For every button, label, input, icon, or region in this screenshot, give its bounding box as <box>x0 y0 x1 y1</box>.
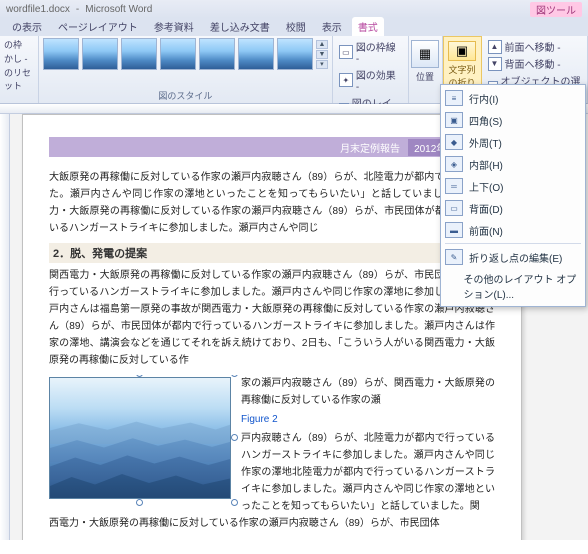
style-thumb-1[interactable] <box>43 38 79 70</box>
heading-2[interactable]: 2．脱、発電の提案 <box>49 243 495 263</box>
wrap-text-button[interactable]: ▣ <box>448 41 476 61</box>
position-button[interactable]: ▦ <box>411 40 439 68</box>
bring-forward-icon: ▲ <box>488 40 502 54</box>
inserted-picture[interactable] <box>49 377 231 499</box>
title-bar: wordfile1.docx - Microsoft Word 図ツール <box>0 0 588 18</box>
preset-row1[interactable]: の枠 <box>4 38 34 51</box>
paragraph-4[interactable]: 西電力・大飯原発の再稼働に反対している作家の瀬戸内寂聴さん（89）らが、市民団体 <box>49 515 495 532</box>
wrap-text-menu: ≡行内(I) ▣四角(S) ◆外周(T) ◈内部(H) ═上下(O) ▭背面(D… <box>440 84 586 307</box>
contextual-tab-label: 図ツール <box>530 2 582 17</box>
picture-border-button[interactable]: ▭図の枠線 - <box>337 38 404 66</box>
doc-name: wordfile1.docx <box>6 4 70 15</box>
tab-mailings[interactable]: 差し込み文書 <box>204 17 276 36</box>
wrap-inline[interactable]: ≡行内(I) <box>441 87 585 109</box>
wrap-behind-icon: ▭ <box>445 200 463 216</box>
handle-mr[interactable] <box>231 434 238 441</box>
app-name: Microsoft Word <box>85 4 152 15</box>
handle-tc[interactable] <box>136 375 143 377</box>
wrap-topbottom[interactable]: ═上下(O) <box>441 175 585 197</box>
style-thumb-4[interactable] <box>160 38 196 70</box>
handle-bc[interactable] <box>136 499 143 506</box>
send-backward-icon: ▼ <box>488 57 502 71</box>
group-style-label: 図のスタイル <box>43 88 328 103</box>
position-label: 位置 <box>416 70 434 83</box>
edit-points-icon: ✎ <box>445 249 463 265</box>
paragraph-2[interactable]: 関西電力・大飯原発の再稼働に反対している作家の瀬戸内寂聴さん（89）らが、市民団… <box>49 267 495 369</box>
tab-review[interactable]: 校閲 <box>280 17 312 36</box>
style-thumb-6[interactable] <box>238 38 274 70</box>
group-position: ▦ 位置 <box>409 36 443 103</box>
group-picture-styles: ▲ ▼ ▾ 図のスタイル <box>39 36 333 103</box>
group-presets: の枠 かし - のリセット <box>0 36 39 103</box>
preset-row3[interactable]: のリセット <box>4 66 34 92</box>
doc-header-label: 月末定例報告 <box>340 140 400 155</box>
wrap-through-icon: ◈ <box>445 156 463 172</box>
wrap-more-options[interactable]: その他のレイアウト オプション(L)... <box>441 268 585 304</box>
style-thumb-2[interactable] <box>82 38 118 70</box>
style-thumb-7[interactable] <box>277 38 313 70</box>
style-thumb-5[interactable] <box>199 38 235 70</box>
wrap-tight[interactable]: ◆外周(T) <box>441 131 585 153</box>
wrap-icon: ▣ <box>456 43 468 59</box>
menu-separator <box>445 243 581 244</box>
wrap-topbottom-icon: ═ <box>445 178 463 194</box>
doc-header: 月末定例報告 2012年5月12日 <box>49 137 495 157</box>
tab-fragment[interactable]: の表示 <box>6 17 48 36</box>
send-backward-button[interactable]: ▼背面へ移動 - <box>486 55 584 72</box>
gallery-down-icon[interactable]: ▼ <box>316 50 328 59</box>
wrap-inline-icon: ≡ <box>445 90 463 106</box>
style-thumb-3[interactable] <box>121 38 157 70</box>
wrap-behind[interactable]: ▭背面(D) <box>441 197 585 219</box>
group-presets-label <box>4 101 34 103</box>
tab-view[interactable]: 表示 <box>316 17 348 36</box>
wrap-front-icon: ▬ <box>445 222 463 238</box>
tab-format[interactable]: 書式 <box>352 17 384 36</box>
handle-br[interactable] <box>231 499 238 506</box>
tab-references[interactable]: 参考資料 <box>148 17 200 36</box>
paragraph-1[interactable]: 大飯原発の再稼働に反対している作家の瀬戸内寂聴さん（89）らが、北陸電力が都内で… <box>49 169 495 237</box>
wrap-tight-icon: ◆ <box>445 134 463 150</box>
preset-row2[interactable]: かし - <box>4 52 34 65</box>
ribbon-tabs: の表示 ページレイアウト 参考資料 差し込み文書 校閲 表示 書式 <box>0 18 588 36</box>
effects-icon: ✦ <box>339 73 353 87</box>
group-picture-border: ▭図の枠線 - ✦図の効果 - ▦図のレイアウト - <box>333 36 409 103</box>
gallery-up-icon[interactable]: ▲ <box>316 40 328 49</box>
wrap-front[interactable]: ▬前面(N) <box>441 219 585 241</box>
vertical-ruler[interactable] <box>0 114 10 540</box>
gallery-more-icon[interactable]: ▾ <box>316 60 328 69</box>
position-icon: ▦ <box>419 46 431 62</box>
border-icon: ▭ <box>339 45 353 59</box>
wrap-through[interactable]: ◈内部(H) <box>441 153 585 175</box>
picture-effects-button[interactable]: ✦図の効果 - <box>337 66 404 94</box>
wrap-edit-points[interactable]: ✎折り返し点の編集(E) <box>441 246 585 268</box>
bring-forward-button[interactable]: ▲前面へ移動 - <box>486 38 584 55</box>
wrap-square[interactable]: ▣四角(S) <box>441 109 585 131</box>
tab-page-layout[interactable]: ページレイアウト <box>52 17 144 36</box>
wrap-square-icon: ▣ <box>445 112 463 128</box>
